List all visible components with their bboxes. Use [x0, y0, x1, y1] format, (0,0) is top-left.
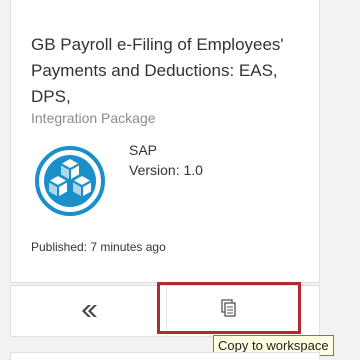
- vendor-name: SAP: [129, 142, 158, 158]
- deploy-button[interactable]: [11, 286, 166, 336]
- copy-document-icon: [221, 299, 236, 317]
- package-type: Integration Package: [31, 110, 156, 126]
- deploy-icon: [81, 305, 97, 317]
- integration-package-icon: [34, 145, 106, 217]
- package-tile[interactable]: GB Payroll e-Filing of Employees' Paymen…: [10, 0, 320, 283]
- package-title[interactable]: GB Payroll e-Filing of Employees' Paymen…: [31, 32, 291, 110]
- next-package-tile[interactable]: [10, 352, 320, 360]
- published-time: Published: 7 minutes ago: [31, 240, 166, 254]
- copy-to-workspace-button[interactable]: [157, 282, 301, 334]
- package-version: Version: 1.0: [129, 162, 203, 178]
